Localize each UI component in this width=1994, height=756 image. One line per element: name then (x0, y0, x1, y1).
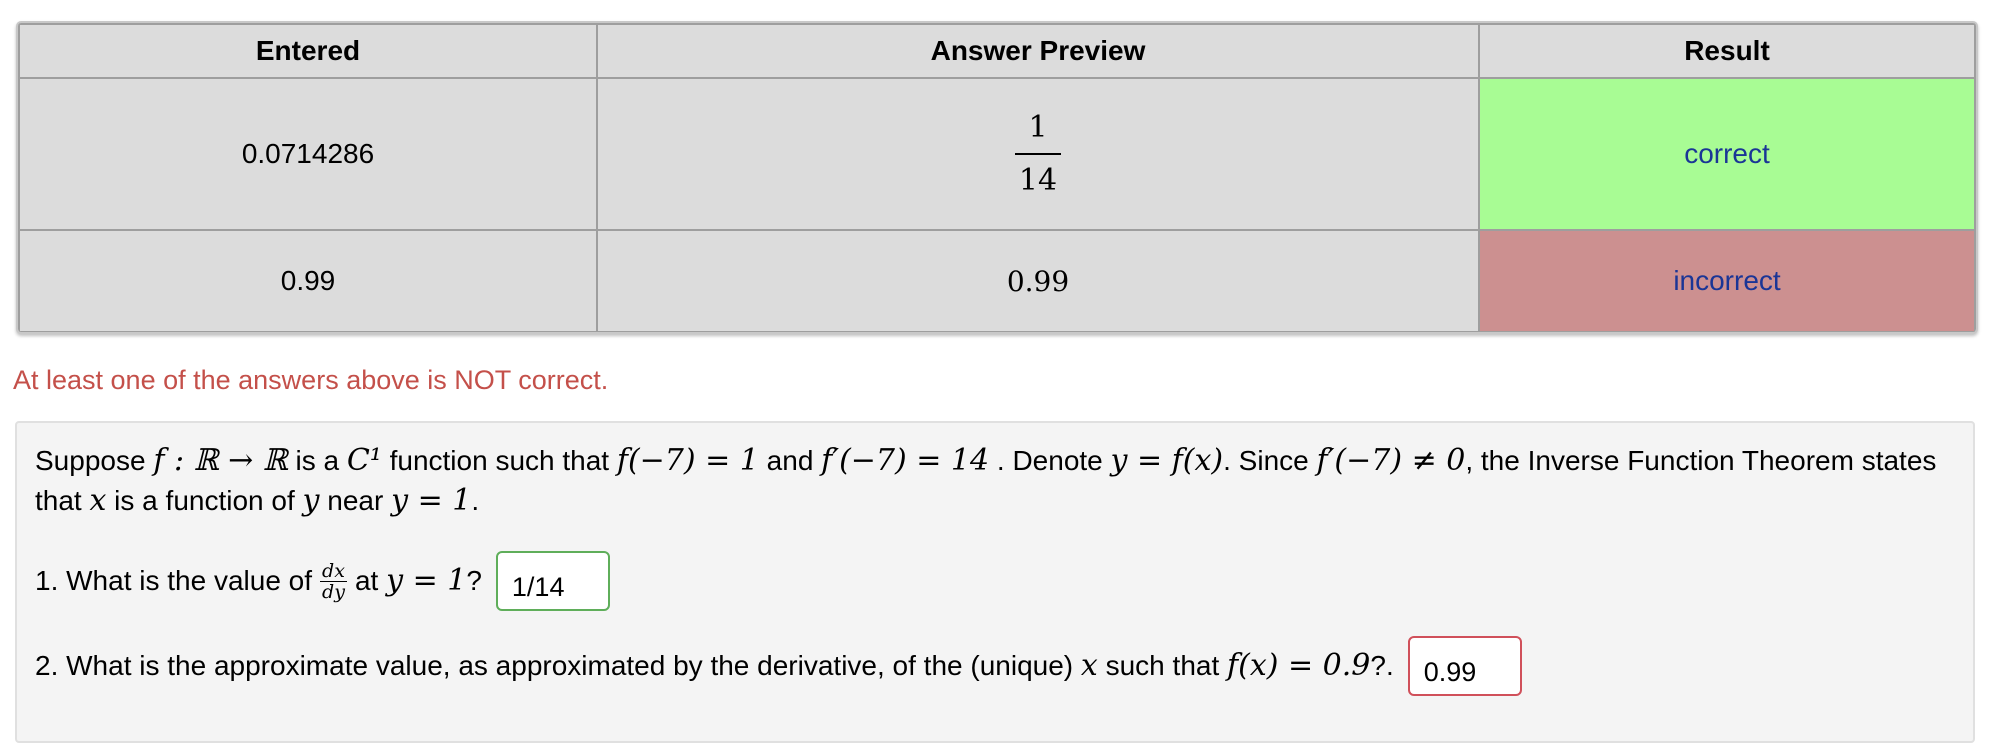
question-1-math: y = 1 (386, 563, 467, 598)
statement-math: x (89, 483, 107, 518)
statement-math: f′(−7) = 14 (821, 443, 990, 478)
question-2-suffix: ?. (1370, 650, 1394, 681)
header-result: Result (1478, 23, 1976, 79)
statement-text: . Denote (989, 445, 1111, 476)
statement-math: f′(−7) ≠ 0 (1316, 443, 1466, 478)
header-entered: Entered (18, 23, 598, 79)
entered-cell: 0.0714286 (18, 77, 598, 231)
statement-math: C¹ (346, 443, 382, 478)
question-2: 2. What is the approximate value, as app… (35, 636, 1955, 696)
statement-math: y = f(x) (1110, 443, 1224, 478)
preview-fraction: 1 14 (1014, 110, 1062, 198)
statement-text: . (471, 485, 480, 516)
result-cell-correct: correct (1478, 77, 1976, 231)
warning-message: At least one of the answers above is NOT… (13, 365, 609, 395)
derivative-fraction: dx dy (320, 561, 347, 602)
problem-statement: Suppose f : ℝ → ℝ is a C¹ function such … (35, 441, 1955, 521)
result-label: incorrect (1673, 265, 1781, 296)
statement-text: . Since (1223, 445, 1317, 476)
statement-math: y = 1 (391, 483, 472, 518)
statement-text: function such that (381, 445, 617, 476)
statement-math: y (302, 483, 320, 518)
question-2-math-x: x (1080, 648, 1098, 683)
fraction-numerator: 1 (1014, 110, 1062, 155)
statement-text: Suppose (35, 445, 154, 476)
answer-2-input[interactable]: 0.99 (1407, 636, 1522, 696)
statement-text: is a (287, 445, 347, 476)
preview-cell: 1 14 (596, 77, 1480, 231)
preview-cell: 0.99 (596, 229, 1480, 332)
question-1-suffix: ? (466, 565, 482, 596)
table-header-row: Entered Answer Preview Result (18, 23, 1976, 79)
table-row: 0.99 0.99 incorrect (18, 229, 1976, 332)
question-1-mid: at (354, 565, 379, 596)
statement-math: f(−7) = 1 (616, 443, 759, 478)
statement-math: f : ℝ → ℝ (153, 443, 288, 478)
table-row: 0.0714286 1 14 correct (18, 77, 1976, 231)
statement-text: near (319, 485, 392, 516)
entered-cell: 0.99 (18, 229, 598, 332)
derivative-numerator: dx (320, 559, 347, 582)
statement-text: is a function of (106, 485, 303, 516)
result-label: correct (1684, 138, 1770, 169)
problem-panel: Suppose f : ℝ → ℝ is a C¹ function such … (15, 421, 1975, 743)
results-grid: Entered Answer Preview Result 0.0714286 … (18, 23, 1976, 332)
derivative-denominator: dy (322, 580, 345, 603)
answer-1-input[interactable]: 1/14 (495, 551, 610, 611)
statement-text: and (758, 445, 822, 476)
question-2-math: f(x) = 0.9 (1227, 648, 1371, 683)
fraction-denominator: 14 (1018, 163, 1058, 198)
question-2-mid: such that (1105, 650, 1220, 681)
results-table: Entered Answer Preview Result 0.0714286 … (16, 21, 1978, 334)
question-1-prefix: 1. What is the value of (35, 565, 313, 596)
question-2-prefix: 2. What is the approximate value, as app… (35, 650, 1074, 681)
result-cell-incorrect: incorrect (1478, 229, 1976, 332)
question-1: 1. What is the value of dx dy at y = 1? … (35, 551, 1955, 611)
header-answer-preview: Answer Preview (596, 23, 1480, 79)
